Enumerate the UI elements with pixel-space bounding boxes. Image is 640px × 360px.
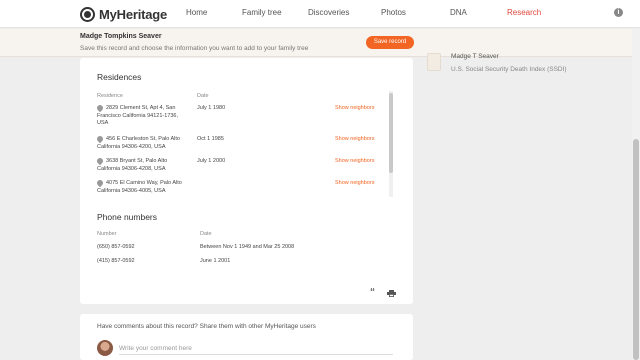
nav-family-tree[interactable]: Family tree	[242, 8, 282, 17]
phone-numbers-title: Phone numbers	[97, 212, 158, 222]
record-person-name: Madge Tompkins Seaver	[80, 33, 162, 40]
cite-quote-icon[interactable]: “	[370, 288, 375, 298]
logo-text: MyHeritage	[99, 6, 168, 22]
phone-number: (415) 857-0592	[97, 258, 135, 264]
residence-date: July 1 1980	[197, 105, 226, 111]
residences-scrollbar-thumb[interactable]	[389, 93, 393, 173]
phone-date: June 1 2001	[200, 258, 231, 264]
residence-address: 3638 Bryant St, Palo Alto California 943…	[97, 158, 168, 172]
info-icon[interactable]: i	[614, 8, 623, 17]
residence-address: 4075 El Camino Way, Palo Alto California…	[97, 180, 182, 194]
date-column-header: Date	[197, 93, 209, 99]
residence-address: 456 E Charleston St, Palo Alto Californi…	[97, 136, 180, 150]
phone-date-column-header: Date	[200, 231, 212, 237]
residences-scrollbar[interactable]	[389, 91, 393, 197]
number-column-header: Number	[97, 231, 117, 237]
user-avatar	[97, 340, 113, 356]
related-record-source: U.S. Social Security Death Index (SSDI)	[451, 66, 567, 73]
page-scrollbar-thumb[interactable]	[633, 139, 639, 360]
residences-title: Residences	[97, 72, 142, 82]
phone-date: Between Nov 1 1949 and Mar 25 2008	[200, 244, 295, 250]
record-details-card: Residences Residence Date 2829 Clement S…	[80, 58, 413, 304]
save-record-button[interactable]: Save record	[366, 36, 414, 49]
residence-date: July 1 2000	[197, 158, 226, 164]
myheritage-logo-icon	[80, 6, 95, 22]
phone-number: (650) 857-0592	[97, 244, 135, 250]
residence-address: 2829 Clement St, Apt 4, San Francisco Ca…	[97, 105, 179, 126]
related-record-name[interactable]: Madge T Seaver	[451, 53, 499, 60]
save-bar-subtitle: Save this record and choose the informat…	[80, 45, 309, 52]
show-neighbors-link[interactable]: Show neighbors	[335, 105, 374, 111]
page-scrollbar[interactable]	[632, 29, 640, 360]
comments-card: Have comments about this record? Share t…	[80, 314, 413, 360]
show-neighbors-link[interactable]: Show neighbors	[335, 180, 374, 186]
residence-date: Oct 1 1985	[197, 136, 224, 142]
comments-title: Have comments about this record? Share t…	[97, 323, 316, 330]
nav-photos[interactable]: Photos	[381, 8, 406, 17]
show-neighbors-link[interactable]: Show neighbors	[335, 136, 374, 142]
logo[interactable]: MyHeritage	[80, 6, 167, 22]
save-record-bar: Madge Tompkins Seaver Save this record a…	[0, 29, 640, 57]
show-neighbors-link[interactable]: Show neighbors	[335, 158, 374, 164]
comment-input[interactable]	[119, 342, 393, 355]
residence-column-header: Residence	[97, 93, 123, 99]
nav-home[interactable]: Home	[186, 8, 207, 17]
nav-research[interactable]: Research	[507, 8, 541, 17]
record-thumbnail[interactable]	[427, 53, 441, 71]
nav-dna[interactable]: DNA	[450, 8, 467, 17]
top-nav: MyHeritage Home Family tree Discoveries …	[0, 0, 640, 28]
nav-discoveries[interactable]: Discoveries	[308, 8, 349, 17]
print-icon[interactable]	[387, 290, 396, 297]
